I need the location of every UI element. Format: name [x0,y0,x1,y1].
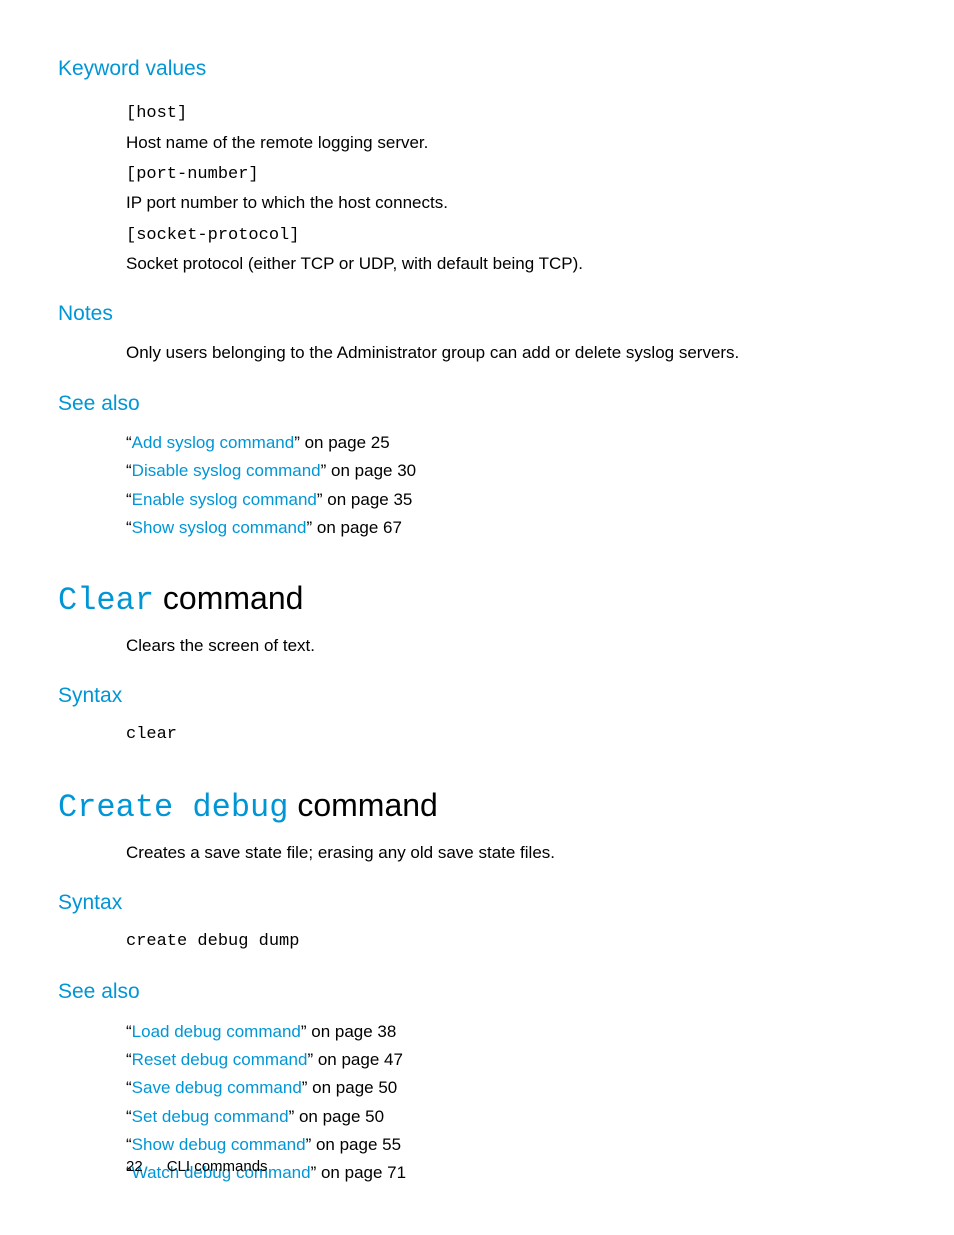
ref-tail: ” on page 25 [294,433,389,452]
ref-tail: ” on page 67 [306,518,401,537]
link-disable-syslog[interactable]: Disable syslog command [132,461,321,480]
heading-create-debug-syntax: Syntax [58,890,874,915]
heading-create-debug-mono: Create debug [58,789,288,826]
notes-text: Only users belonging to the Administrato… [126,340,874,366]
link-load-debug[interactable]: Load debug command [132,1022,301,1041]
footer: 22 CLI commands [126,1158,268,1175]
running-header: CLI commands [167,1158,268,1175]
clear-syntax-code: clear [126,722,874,748]
link-enable-syslog[interactable]: Enable syslog command [132,490,317,509]
heading-notes: Notes [58,301,874,326]
keyword-host-desc: Host name of the remote logging server. [126,130,874,156]
heading-create-debug-command: Create debug command [58,788,874,825]
clear-desc: Clears the screen of text. [126,633,874,659]
page-number: 22 [126,1158,143,1175]
keyword-port: [port-number] [126,162,874,188]
create-debug-syntax-code: create debug dump [126,929,874,955]
link-add-syslog[interactable]: Add syslog command [132,433,295,452]
link-reset-debug[interactable]: Reset debug command [132,1050,308,1069]
keyword-host: [host] [126,101,874,127]
heading-create-debug-rest: command [288,787,437,823]
heading-keyword-values: Keyword values [58,56,874,81]
heading-clear-rest: command [154,580,303,616]
keyword-values-body: [host] Host name of the remote logging s… [126,101,874,277]
ref-tail: ” on page 71 [311,1163,406,1182]
ref-tail: ” on page 30 [321,461,416,480]
create-debug-desc: Creates a save state file; erasing any o… [126,840,874,866]
heading-clear-command: Clear command [58,581,874,618]
see-also-1-body: “Add syslog command” on page 25 “Disable… [126,430,874,541]
ref-tail: ” on page 50 [289,1107,384,1126]
ref-tail: ” on page 50 [302,1078,397,1097]
heading-see-also-2: See also [58,979,874,1004]
page: Keyword values [host] Host name of the r… [0,0,954,1235]
heading-clear-syntax: Syntax [58,683,874,708]
notes-body: Only users belonging to the Administrato… [126,340,874,366]
keyword-socket-desc: Socket protocol (either TCP or UDP, with… [126,251,874,277]
ref-tail: ” on page 55 [306,1135,401,1154]
link-save-debug[interactable]: Save debug command [132,1078,302,1097]
link-show-syslog[interactable]: Show syslog command [132,518,307,537]
keyword-port-desc: IP port number to which the host connect… [126,190,874,216]
heading-see-also-1: See also [58,391,874,416]
ref-tail: ” on page 47 [307,1050,402,1069]
heading-clear-mono: Clear [58,582,154,619]
ref-tail: ” on page 38 [301,1022,396,1041]
link-show-debug[interactable]: Show debug command [132,1135,306,1154]
keyword-socket: [socket-protocol] [126,223,874,249]
ref-tail: ” on page 35 [317,490,412,509]
link-set-debug[interactable]: Set debug command [132,1107,289,1126]
